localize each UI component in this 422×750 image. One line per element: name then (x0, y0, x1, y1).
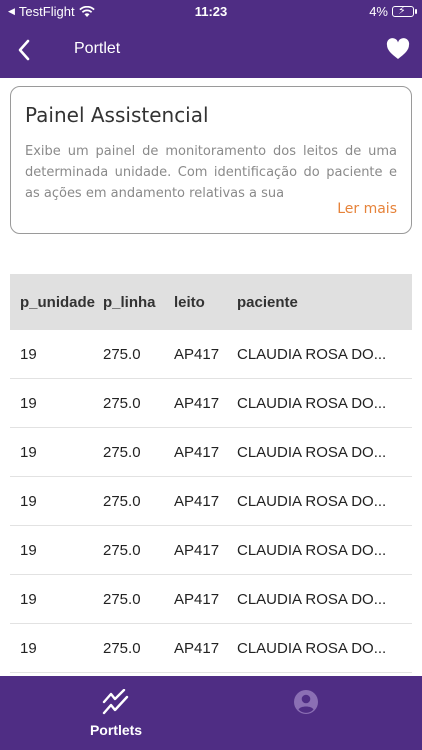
data-table: p_unidade p_linha leito paciente 19 275.… (10, 274, 412, 673)
cell-leito: AP417 (174, 443, 220, 461)
page-title: Portlet (74, 40, 121, 57)
bottom-tab-bar: Portlets (0, 676, 422, 750)
heart-icon (386, 38, 410, 59)
cell-p-linha: 275.0 (103, 443, 141, 461)
table-row[interactable]: 19 275.0 AP417 CLAUDIA ROSA DO... (10, 379, 412, 428)
clock: 11:23 (194, 4, 228, 19)
cell-paciente: CLAUDIA ROSA DO... (237, 443, 387, 461)
cell-p-unidade: 19 (20, 590, 37, 608)
table-row[interactable]: 19 275.0 AP417 CLAUDIA ROSA DO... (10, 330, 412, 379)
cell-leito: AP417 (174, 394, 220, 412)
cell-p-unidade: 19 (20, 443, 37, 461)
favorite-button[interactable] (384, 35, 412, 63)
cell-p-linha: 275.0 (103, 492, 141, 510)
trend-chart-icon (102, 689, 129, 715)
read-more-link[interactable]: Ler mais (337, 201, 397, 217)
navigation-bar: Portlet (0, 24, 422, 78)
cell-p-linha: 275.0 (103, 394, 141, 412)
table-row[interactable]: 19 275.0 AP417 CLAUDIA ROSA DO... (10, 624, 412, 673)
column-header-leito: leito (174, 293, 205, 311)
cell-p-unidade: 19 (20, 541, 37, 559)
cell-p-linha: 275.0 (103, 541, 141, 559)
table-row[interactable]: 19 275.0 AP417 CLAUDIA ROSA DO... (10, 477, 412, 526)
table-header: p_unidade p_linha leito paciente (10, 274, 412, 330)
cell-leito: AP417 (174, 639, 220, 657)
column-header-paciente: paciente (237, 293, 298, 311)
cell-p-linha: 275.0 (103, 639, 141, 657)
cell-paciente: CLAUDIA ROSA DO... (237, 394, 387, 412)
cell-paciente: CLAUDIA ROSA DO... (237, 590, 387, 608)
cell-paciente: CLAUDIA ROSA DO... (237, 541, 387, 559)
status-right: 4% ⚡ (369, 4, 417, 19)
tab-portlets[interactable]: Portlets (66, 676, 166, 750)
portlet-description: Exibe um painel de monitoramento dos lei… (25, 144, 397, 201)
battery-percent: 4% (369, 4, 388, 19)
top-bar: ◀ TestFlight 11:23 4% ⚡ Portlet (0, 0, 422, 78)
cell-leito: AP417 (174, 541, 220, 559)
table-row[interactable]: 19 275.0 AP417 CLAUDIA ROSA DO... (10, 428, 412, 477)
cell-p-unidade: 19 (20, 492, 37, 510)
cell-p-unidade: 19 (20, 639, 37, 657)
portlet-title: Painel Assistencial (25, 103, 209, 127)
cell-p-linha: 275.0 (103, 345, 141, 363)
tab-portlets-label: Portlets (89, 722, 143, 738)
chevron-left-icon (18, 39, 30, 61)
portlet-info-card: Painel Assistencial Exibe um painel de m… (10, 86, 412, 234)
cell-paciente: CLAUDIA ROSA DO... (237, 345, 387, 363)
cell-leito: AP417 (174, 345, 220, 363)
cell-leito: AP417 (174, 590, 220, 608)
column-header-p-linha: p_linha (103, 293, 156, 311)
back-button[interactable] (10, 36, 38, 64)
account-icon (294, 690, 318, 714)
cell-paciente: CLAUDIA ROSA DO... (237, 492, 387, 510)
cell-p-unidade: 19 (20, 394, 37, 412)
battery-icon: ⚡ (392, 5, 417, 17)
cell-leito: AP417 (174, 492, 220, 510)
cell-p-unidade: 19 (20, 345, 37, 363)
column-header-p-unidade: p_unidade (20, 293, 96, 311)
table-row[interactable]: 19 275.0 AP417 CLAUDIA ROSA DO... (10, 526, 412, 575)
table-row[interactable]: 19 275.0 AP417 CLAUDIA ROSA DO... (10, 575, 412, 624)
status-bar: ◀ TestFlight 11:23 4% ⚡ (0, 0, 422, 24)
cell-paciente: CLAUDIA ROSA DO... (237, 639, 387, 657)
tab-account[interactable] (256, 676, 356, 750)
cell-p-linha: 275.0 (103, 590, 141, 608)
